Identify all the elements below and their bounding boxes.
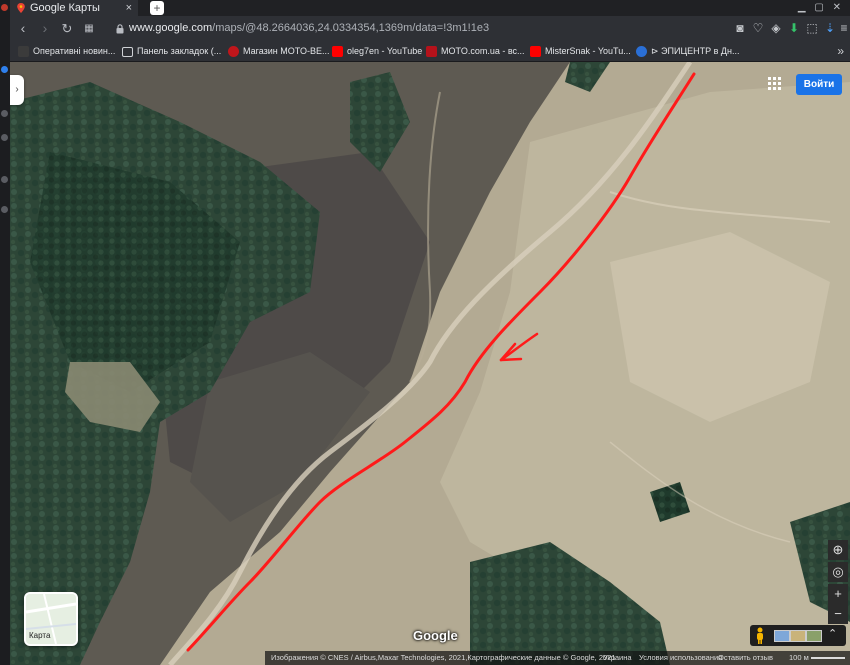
google-apps-icon[interactable]	[767, 76, 783, 92]
imagery-thumb-3[interactable]	[806, 630, 822, 642]
tab-bar: Google Карты × + ▁ ▢ ✕	[10, 0, 850, 16]
epicentr-icon	[636, 46, 647, 58]
expand-thumbs-icon[interactable]: ⌃	[828, 627, 837, 640]
pegman-icon[interactable]	[755, 627, 765, 644]
moto-be-icon	[228, 46, 239, 58]
window-controls[interactable]: ▁ ▢ ✕	[798, 0, 844, 16]
terms-link[interactable]: Условия использования	[639, 651, 722, 665]
url-path: /maps/@48.2664036,24.0334354,1369m/data=…	[212, 22, 490, 34]
heart-icon[interactable]: ♡	[750, 20, 766, 36]
reload-icon[interactable]: ↻	[58, 16, 76, 41]
url-host: www.google.com	[129, 22, 213, 34]
tab-google-maps[interactable]: Google Карты ×	[10, 0, 138, 16]
moto-com-icon	[426, 46, 437, 58]
zoom-in-button[interactable]: +	[828, 584, 848, 604]
menu-icon[interactable]: ≡	[836, 20, 850, 36]
google-logo: Google	[413, 628, 458, 643]
imagery-thumb-2[interactable]	[790, 630, 806, 642]
sidebar-active-icon[interactable]	[1, 66, 8, 73]
unian-icon	[18, 46, 29, 58]
sidebar-clock-icon[interactable]	[1, 176, 8, 183]
login-button[interactable]: Войти	[796, 74, 842, 95]
sidebar-messenger-icon[interactable]	[1, 110, 8, 117]
google-maps-pin-icon	[17, 3, 25, 13]
lock-icon[interactable]	[116, 24, 124, 34]
map-viewport[interactable]: › Войти Карта ⊕ ◎ + − Google ⌃ Изображен…	[10, 62, 850, 665]
scale-bar	[811, 657, 845, 659]
sidebar-history-icon[interactable]	[1, 134, 8, 141]
bookmark-item[interactable]: Магазин MOTO-BE...	[228, 41, 330, 61]
new-tab-button[interactable]: +	[150, 1, 164, 15]
bookmark-folder[interactable]: Панель закладок (...	[122, 41, 221, 61]
youtube-icon	[530, 46, 541, 58]
opera-logo-icon[interactable]	[1, 4, 8, 11]
scale-label[interactable]: 100 м	[789, 651, 809, 665]
street-view-bar: ⌃	[750, 625, 846, 646]
country-label[interactable]: Украина	[603, 651, 632, 665]
bookmark-item[interactable]: MisterSnak - YouTu...	[530, 41, 631, 61]
forward-icon[interactable]: ›	[36, 16, 54, 41]
tab-close-icon[interactable]: ×	[126, 0, 132, 16]
bookmark-item[interactable]: MOTO.com.ua - вс...	[426, 41, 525, 61]
imagery-thumb-1[interactable]	[774, 630, 790, 642]
expand-panel-button[interactable]: ›	[10, 75, 24, 105]
tabs-grid-icon[interactable]: ▦	[80, 16, 98, 41]
globe-icon[interactable]: ⊕	[828, 540, 848, 560]
address-toolbar: ‹ › ↻ ▦ www.google.com/maps/@48.2664036,…	[10, 16, 850, 41]
map-layer-toggle[interactable]: Карта	[24, 592, 78, 646]
feedback-link[interactable]: Оставить отзыв	[718, 651, 773, 665]
imagery-attribution: Изображения © CNES / Airbus,Maxar Techno…	[271, 653, 616, 662]
bookmark-item[interactable]: oleg7en - YouTube	[332, 41, 422, 61]
address-field[interactable]: www.google.com/maps/@48.2664036,24.03343…	[129, 20, 489, 37]
satellite-imagery[interactable]	[10, 62, 850, 665]
back-icon[interactable]: ‹	[14, 16, 32, 41]
map-layer-label: Карта	[29, 631, 51, 640]
bookmark-item[interactable]: Оперативні новин...	[18, 41, 115, 61]
bookmarks-bar: Оперативні новин... Панель закладок (...…	[10, 41, 850, 62]
bookmarks-more-icon[interactable]: »	[837, 41, 844, 61]
bookmark-item[interactable]: ⊳ ЭПИЦЕНТР в Дн...	[636, 41, 739, 61]
map-footer: Изображения © CNES / Airbus,Maxar Techno…	[265, 651, 850, 665]
youtube-icon	[332, 46, 343, 58]
download-icon[interactable]: ⬇	[786, 20, 802, 36]
zoom-out-button[interactable]: −	[828, 604, 848, 624]
my-location-icon[interactable]: ◎	[828, 562, 848, 582]
sidebar-settings-icon[interactable]	[1, 206, 8, 213]
tab-title: Google Карты	[30, 2, 100, 14]
extension-box-icon[interactable]: ⬚	[804, 20, 820, 36]
camera-icon[interactable]: ◙	[732, 20, 748, 36]
folder-icon	[122, 46, 133, 57]
